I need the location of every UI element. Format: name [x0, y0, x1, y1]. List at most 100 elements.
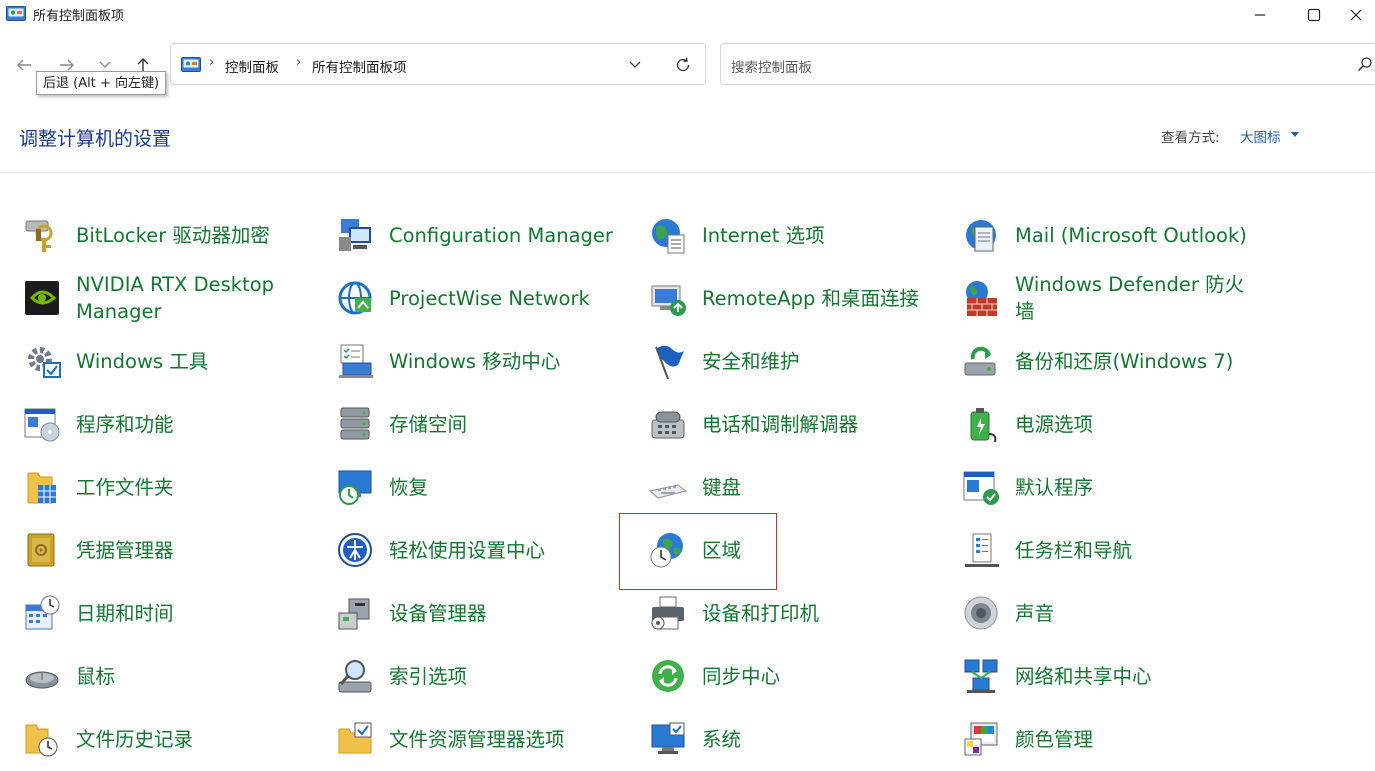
- item-label[interactable]: 鼠标: [76, 663, 115, 690]
- item-label[interactable]: 存储空间: [389, 411, 467, 438]
- item-label[interactable]: 系统: [702, 726, 741, 753]
- search-input[interactable]: 搜索控制面板: [720, 43, 1375, 85]
- minimize-button[interactable]: [1237, 0, 1283, 30]
- item-label[interactable]: 文件历史记录: [76, 726, 193, 753]
- internet-options-icon: [646, 213, 690, 257]
- item-label[interactable]: Windows 工具: [76, 348, 208, 375]
- control-panel-item[interactable]: Configuration Manager: [333, 213, 613, 257]
- mouse-icon: [20, 654, 64, 698]
- item-label[interactable]: 轻松使用设置中心: [389, 537, 545, 564]
- control-panel-item[interactable]: Windows 移动中心: [333, 339, 560, 383]
- item-label[interactable]: 程序和功能: [76, 411, 174, 438]
- control-panel-item[interactable]: 备份和还原(Windows 7): [959, 339, 1233, 383]
- window-title: 所有控制面板项: [33, 9, 125, 24]
- control-panel-item[interactable]: 存储空间: [333, 402, 467, 446]
- control-panel-item[interactable]: 鼠标: [20, 654, 115, 698]
- item-label[interactable]: BitLocker 驱动器加密: [76, 222, 270, 249]
- control-panel-item[interactable]: 设备和打印机: [646, 591, 819, 635]
- item-label[interactable]: ProjectWise Network: [389, 285, 590, 312]
- item-label[interactable]: 默认程序: [1015, 474, 1093, 501]
- item-label[interactable]: 备份和还原(Windows 7): [1015, 348, 1233, 375]
- chevron-right-icon[interactable]: ›: [209, 55, 214, 70]
- item-label[interactable]: 任务栏和导航: [1015, 537, 1132, 564]
- control-panel-icon: [6, 6, 26, 21]
- item-label[interactable]: 设备管理器: [389, 600, 487, 627]
- control-panel-item[interactable]: 设备管理器: [333, 591, 487, 635]
- chevron-right-icon[interactable]: ›: [296, 55, 301, 70]
- windows-tools-icon: [20, 339, 64, 383]
- item-label[interactable]: Windows Defender 防火墙: [1015, 271, 1255, 325]
- printer-icon: [646, 591, 690, 635]
- chevron-down-icon: [629, 61, 641, 68]
- maximize-button[interactable]: [1291, 0, 1337, 30]
- item-label[interactable]: 电源选项: [1015, 411, 1093, 438]
- item-label[interactable]: 设备和打印机: [702, 600, 819, 627]
- item-label[interactable]: 索引选项: [389, 663, 467, 690]
- item-label[interactable]: Mail (Microsoft Outlook): [1015, 222, 1247, 249]
- control-panel-item[interactable]: BitLocker 驱动器加密: [20, 213, 270, 257]
- item-label[interactable]: 键盘: [702, 474, 741, 501]
- control-panel-item[interactable]: NVIDIA RTX Desktop Manager: [20, 273, 316, 323]
- item-label[interactable]: 恢复: [389, 474, 428, 501]
- control-panel-item[interactable]: 任务栏和导航: [959, 528, 1132, 572]
- close-button[interactable]: [1337, 0, 1375, 30]
- back-button[interactable]: [9, 50, 39, 80]
- control-panel-item[interactable]: 键盘: [646, 465, 741, 509]
- system-icon: [646, 717, 690, 761]
- control-panel-item[interactable]: 电话和调制解调器: [646, 402, 858, 446]
- control-panel-item[interactable]: Windows 工具: [20, 339, 208, 383]
- refresh-button[interactable]: [671, 54, 695, 76]
- item-label[interactable]: 同步中心: [702, 663, 780, 690]
- control-panel-item[interactable]: 颜色管理: [959, 717, 1093, 761]
- control-panel-item[interactable]: 程序和功能: [20, 402, 174, 446]
- network-icon: [959, 654, 1003, 698]
- mail-icon: [959, 213, 1003, 257]
- control-panel-item[interactable]: 声音: [959, 591, 1054, 635]
- item-label[interactable]: 安全和维护: [702, 348, 800, 375]
- search-icon[interactable]: [1357, 56, 1373, 72]
- control-panel-item[interactable]: Internet 选项: [646, 213, 825, 257]
- control-panel-item[interactable]: Windows Defender 防火墙: [959, 273, 1255, 323]
- item-label[interactable]: 工作文件夹: [76, 474, 174, 501]
- power-icon: [959, 402, 1003, 446]
- item-label[interactable]: Configuration Manager: [389, 222, 613, 249]
- control-panel-item[interactable]: ProjectWise Network: [333, 276, 590, 320]
- control-panel-item[interactable]: 轻松使用设置中心: [333, 528, 545, 572]
- control-panel-item[interactable]: 网络和共享中心: [959, 654, 1152, 698]
- control-panel-item[interactable]: 工作文件夹: [20, 465, 174, 509]
- control-panel-item[interactable]: 安全和维护: [646, 339, 800, 383]
- breadcrumb-all-items[interactable]: 所有控制面板项: [312, 56, 407, 76]
- address-dropdown-button[interactable]: [623, 54, 647, 76]
- item-label[interactable]: NVIDIA RTX Desktop Manager: [76, 271, 316, 325]
- item-label[interactable]: 电话和调制解调器: [702, 411, 858, 438]
- view-by-dropdown[interactable]: 大图标: [1240, 126, 1281, 146]
- item-label[interactable]: Internet 选项: [702, 222, 825, 249]
- item-label[interactable]: 日期和时间: [76, 600, 174, 627]
- item-label[interactable]: 网络和共享中心: [1015, 663, 1152, 690]
- item-label[interactable]: 声音: [1015, 600, 1054, 627]
- control-panel-item[interactable]: 文件资源管理器选项: [333, 717, 565, 761]
- control-panel-item[interactable]: 电源选项: [959, 402, 1093, 446]
- control-panel-item[interactable]: Mail (Microsoft Outlook): [959, 213, 1247, 257]
- control-panel-item[interactable]: 索引选项: [333, 654, 467, 698]
- control-panel-item[interactable]: 系统: [646, 717, 741, 761]
- dropdown-caret-icon[interactable]: [1291, 132, 1299, 137]
- breadcrumb-control-panel[interactable]: 控制面板: [225, 56, 279, 76]
- control-panel-item[interactable]: 默认程序: [959, 465, 1093, 509]
- address-bar[interactable]: › 控制面板 › 所有控制面板项: [170, 43, 706, 85]
- nvidia-icon: [20, 276, 64, 320]
- control-panel-item[interactable]: 文件历史记录: [20, 717, 193, 761]
- control-panel-item[interactable]: 日期和时间: [20, 591, 174, 635]
- control-panel-item[interactable]: 恢复: [333, 465, 428, 509]
- ease-of-access-icon: [333, 528, 377, 572]
- control-panel-item[interactable]: 凭据管理器: [20, 528, 174, 572]
- item-label[interactable]: 凭据管理器: [76, 537, 174, 564]
- item-label[interactable]: 文件资源管理器选项: [389, 726, 565, 753]
- view-by-label: 查看方式:: [1161, 130, 1220, 146]
- title-bar: 所有控制面板项: [0, 0, 1375, 30]
- item-label[interactable]: 颜色管理: [1015, 726, 1093, 753]
- item-label[interactable]: Windows 移动中心: [389, 348, 560, 375]
- control-panel-item[interactable]: 同步中心: [646, 654, 780, 698]
- item-label[interactable]: RemoteApp 和桌面连接: [702, 285, 919, 312]
- control-panel-item[interactable]: RemoteApp 和桌面连接: [646, 276, 919, 320]
